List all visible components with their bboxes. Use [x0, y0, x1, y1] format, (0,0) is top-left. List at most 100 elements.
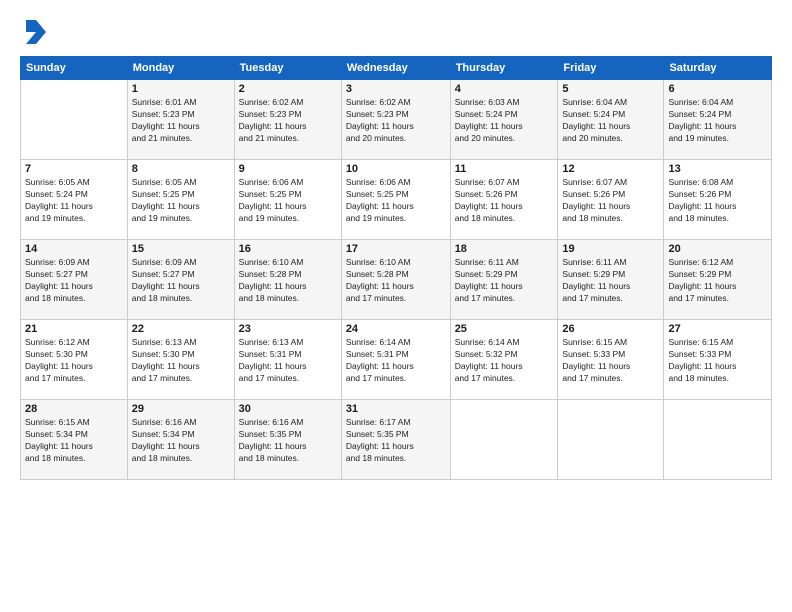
- day-info: Sunrise: 6:06 AMSunset: 5:25 PMDaylight:…: [346, 177, 446, 225]
- column-header-tuesday: Tuesday: [234, 57, 341, 80]
- day-info: Sunrise: 6:07 AMSunset: 5:26 PMDaylight:…: [562, 177, 659, 225]
- calendar-cell: [450, 400, 558, 480]
- calendar-cell: 9 Sunrise: 6:06 AMSunset: 5:25 PMDaylight…: [234, 160, 341, 240]
- calendar-cell: 12Sunrise: 6:07 AMSunset: 5:26 PMDayligh…: [558, 160, 664, 240]
- day-number: 4: [455, 83, 554, 95]
- calendar-cell: 2 Sunrise: 6:02 AMSunset: 5:23 PMDaylight…: [234, 80, 341, 160]
- day-info: Sunrise: 6:16 AMSunset: 5:34 PMDaylight:…: [132, 417, 230, 465]
- day-info: Sunrise: 6:15 AMSunset: 5:33 PMDaylight:…: [668, 337, 767, 385]
- day-info: Sunrise: 6:12 AMSunset: 5:30 PMDaylight:…: [25, 337, 123, 385]
- day-number: 6: [668, 83, 767, 95]
- calendar-cell: 1Sunrise: 6:01 AMSunset: 5:23 PMDaylight…: [127, 80, 234, 160]
- calendar-cell: 29 Sunrise: 6:16 AMSunset: 5:34 PMDayligh…: [127, 400, 234, 480]
- day-info: Sunrise: 6:02 AMSunset: 5:23 PMDaylight:…: [346, 97, 446, 145]
- day-info: Sunrise: 6:15 AMSunset: 5:33 PMDaylight:…: [562, 337, 659, 385]
- day-info: Sunrise: 6:11 AMSunset: 5:29 PMDaylight:…: [562, 257, 659, 305]
- calendar-cell: 13 Sunrise: 6:08 AMSunset: 5:26 PMDayligh…: [664, 160, 772, 240]
- day-number: 18: [455, 243, 554, 255]
- day-info: Sunrise: 6:07 AMSunset: 5:26 PMDaylight:…: [455, 177, 554, 225]
- day-number: 22: [132, 323, 230, 335]
- day-number: 27: [668, 323, 767, 335]
- calendar-table: SundayMondayTuesdayWednesdayThursdayFrid…: [20, 56, 772, 480]
- column-header-friday: Friday: [558, 57, 664, 80]
- day-number: 10: [346, 163, 446, 175]
- day-number: 13: [668, 163, 767, 175]
- day-number: 3: [346, 83, 446, 95]
- day-info: Sunrise: 6:10 AMSunset: 5:28 PMDaylight:…: [346, 257, 446, 305]
- day-info: Sunrise: 6:01 AMSunset: 5:23 PMDaylight:…: [132, 97, 230, 145]
- day-info: Sunrise: 6:09 AMSunset: 5:27 PMDaylight:…: [132, 257, 230, 305]
- day-info: Sunrise: 6:04 AMSunset: 5:24 PMDaylight:…: [668, 97, 767, 145]
- column-header-sunday: Sunday: [21, 57, 128, 80]
- day-number: 25: [455, 323, 554, 335]
- day-info: Sunrise: 6:09 AMSunset: 5:27 PMDaylight:…: [25, 257, 123, 305]
- calendar-cell: 16 Sunrise: 6:10 AMSunset: 5:28 PMDayligh…: [234, 240, 341, 320]
- day-info: Sunrise: 6:14 AMSunset: 5:32 PMDaylight:…: [455, 337, 554, 385]
- calendar-cell: 25 Sunrise: 6:14 AMSunset: 5:32 PMDayligh…: [450, 320, 558, 400]
- day-info: Sunrise: 6:14 AMSunset: 5:31 PMDaylight:…: [346, 337, 446, 385]
- column-header-wednesday: Wednesday: [341, 57, 450, 80]
- day-number: 29: [132, 403, 230, 415]
- calendar-cell: 17 Sunrise: 6:10 AMSunset: 5:28 PMDayligh…: [341, 240, 450, 320]
- day-info: Sunrise: 6:10 AMSunset: 5:28 PMDaylight:…: [239, 257, 337, 305]
- day-number: 5: [562, 83, 659, 95]
- week-row-2: 7Sunrise: 6:05 AMSunset: 5:24 PMDaylight…: [21, 160, 772, 240]
- calendar-cell: 23 Sunrise: 6:13 AMSunset: 5:31 PMDayligh…: [234, 320, 341, 400]
- day-info: Sunrise: 6:11 AMSunset: 5:29 PMDaylight:…: [455, 257, 554, 305]
- week-row-1: 1Sunrise: 6:01 AMSunset: 5:23 PMDaylight…: [21, 80, 772, 160]
- day-info: Sunrise: 6:05 AMSunset: 5:25 PMDaylight:…: [132, 177, 230, 225]
- calendar-cell: 31Sunrise: 6:17 AMSunset: 5:35 PMDayligh…: [341, 400, 450, 480]
- logo-icon: [20, 18, 48, 46]
- day-number: 23: [239, 323, 337, 335]
- calendar-cell: 21 Sunrise: 6:12 AMSunset: 5:30 PMDayligh…: [21, 320, 128, 400]
- day-info: Sunrise: 6:15 AMSunset: 5:34 PMDaylight:…: [25, 417, 123, 465]
- day-number: 19: [562, 243, 659, 255]
- day-number: 2: [239, 83, 337, 95]
- day-number: 8: [132, 163, 230, 175]
- calendar-cell: 22Sunrise: 6:13 AMSunset: 5:30 PMDayligh…: [127, 320, 234, 400]
- day-number: 15: [132, 243, 230, 255]
- week-row-3: 14 Sunrise: 6:09 AMSunset: 5:27 PMDayligh…: [21, 240, 772, 320]
- day-info: Sunrise: 6:08 AMSunset: 5:26 PMDaylight:…: [668, 177, 767, 225]
- column-header-monday: Monday: [127, 57, 234, 80]
- logo: [20, 18, 52, 46]
- calendar-cell: 19 Sunrise: 6:11 AMSunset: 5:29 PMDayligh…: [558, 240, 664, 320]
- week-row-5: 28 Sunrise: 6:15 AMSunset: 5:34 PMDayligh…: [21, 400, 772, 480]
- day-number: 30: [239, 403, 337, 415]
- day-number: 24: [346, 323, 446, 335]
- day-number: 7: [25, 163, 123, 175]
- day-number: 20: [668, 243, 767, 255]
- calendar-cell: 30Sunrise: 6:16 AMSunset: 5:35 PMDayligh…: [234, 400, 341, 480]
- calendar-cell: [21, 80, 128, 160]
- week-row-4: 21 Sunrise: 6:12 AMSunset: 5:30 PMDayligh…: [21, 320, 772, 400]
- calendar-cell: 7Sunrise: 6:05 AMSunset: 5:24 PMDaylight…: [21, 160, 128, 240]
- calendar-cell: 3 Sunrise: 6:02 AMSunset: 5:23 PMDaylight…: [341, 80, 450, 160]
- calendar-cell: 4 Sunrise: 6:03 AMSunset: 5:24 PMDaylight…: [450, 80, 558, 160]
- day-info: Sunrise: 6:03 AMSunset: 5:24 PMDaylight:…: [455, 97, 554, 145]
- day-number: 17: [346, 243, 446, 255]
- calendar-cell: [664, 400, 772, 480]
- calendar-cell: 26Sunrise: 6:15 AMSunset: 5:33 PMDayligh…: [558, 320, 664, 400]
- day-number: 9: [239, 163, 337, 175]
- calendar-cell: 8 Sunrise: 6:05 AMSunset: 5:25 PMDaylight…: [127, 160, 234, 240]
- day-info: Sunrise: 6:04 AMSunset: 5:24 PMDaylight:…: [562, 97, 659, 145]
- day-info: Sunrise: 6:02 AMSunset: 5:23 PMDaylight:…: [239, 97, 337, 145]
- calendar-cell: 14 Sunrise: 6:09 AMSunset: 5:27 PMDayligh…: [21, 240, 128, 320]
- calendar-cell: 24 Sunrise: 6:14 AMSunset: 5:31 PMDayligh…: [341, 320, 450, 400]
- day-number: 11: [455, 163, 554, 175]
- column-header-thursday: Thursday: [450, 57, 558, 80]
- day-info: Sunrise: 6:12 AMSunset: 5:29 PMDaylight:…: [668, 257, 767, 305]
- header: [20, 18, 772, 46]
- calendar-cell: 10 Sunrise: 6:06 AMSunset: 5:25 PMDayligh…: [341, 160, 450, 240]
- day-info: Sunrise: 6:17 AMSunset: 5:35 PMDaylight:…: [346, 417, 446, 465]
- day-info: Sunrise: 6:13 AMSunset: 5:31 PMDaylight:…: [239, 337, 337, 385]
- day-number: 21: [25, 323, 123, 335]
- calendar-cell: 18 Sunrise: 6:11 AMSunset: 5:29 PMDayligh…: [450, 240, 558, 320]
- day-number: 16: [239, 243, 337, 255]
- page: SundayMondayTuesdayWednesdayThursdayFrid…: [0, 0, 792, 612]
- day-number: 28: [25, 403, 123, 415]
- calendar-cell: 28 Sunrise: 6:15 AMSunset: 5:34 PMDayligh…: [21, 400, 128, 480]
- calendar-cell: 20 Sunrise: 6:12 AMSunset: 5:29 PMDayligh…: [664, 240, 772, 320]
- day-number: 14: [25, 243, 123, 255]
- day-info: Sunrise: 6:06 AMSunset: 5:25 PMDaylight:…: [239, 177, 337, 225]
